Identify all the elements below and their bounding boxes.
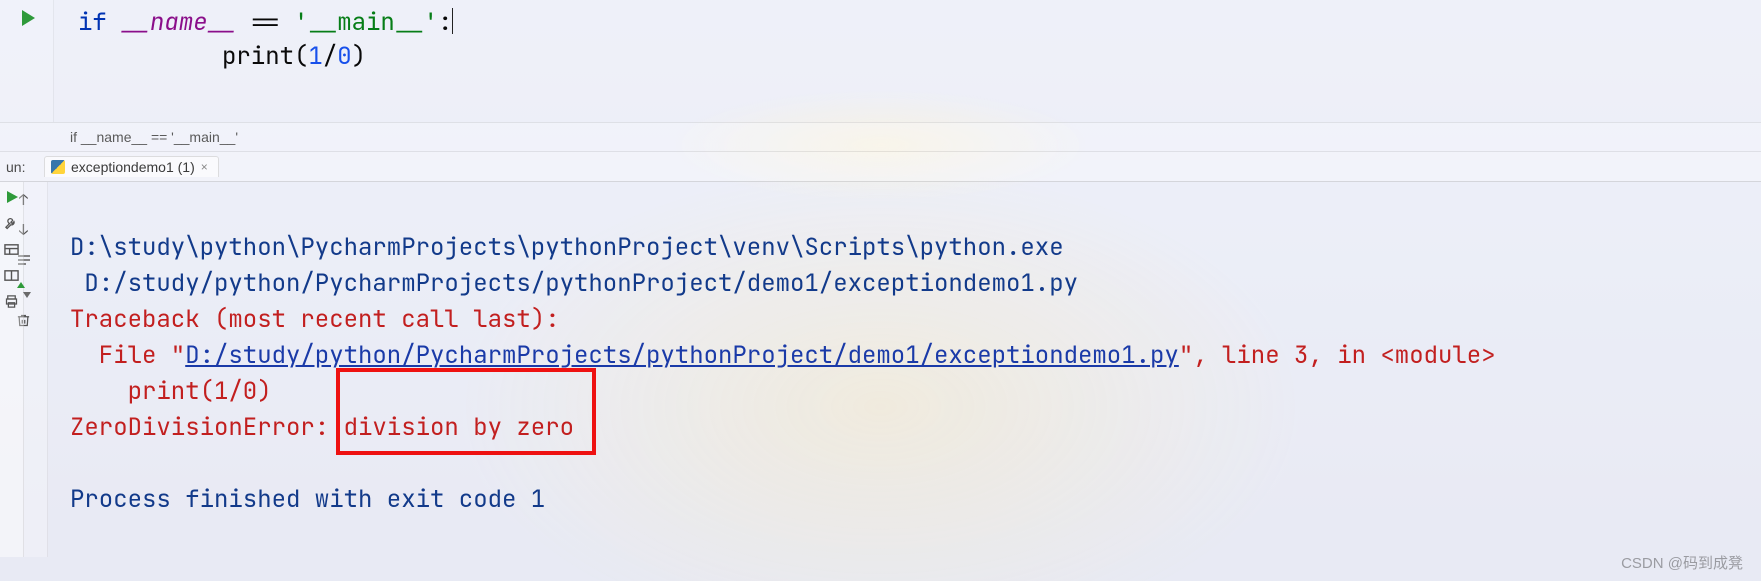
call-print: print bbox=[222, 41, 294, 72]
traceback-codeline: print(1/0) bbox=[70, 376, 272, 407]
file-suffix: ", line 3, in <module> bbox=[1179, 340, 1496, 371]
error-name: ZeroDivisionError: bbox=[70, 412, 344, 443]
wrench-icon[interactable] bbox=[3, 214, 21, 232]
run-config-tab[interactable]: exceptiondemo1 (1) × bbox=[44, 156, 219, 177]
watermark: CSDN @码到成凳 bbox=[1621, 552, 1743, 573]
num-1: 1 bbox=[308, 41, 322, 72]
run-toolbar-primary bbox=[0, 182, 24, 557]
run-output-wrapper: ↑ ↓ D:\study\python\PycharmProjects\pyth… bbox=[0, 182, 1761, 557]
rerun-button[interactable] bbox=[3, 188, 21, 206]
run-gutter-icon[interactable] bbox=[22, 10, 35, 26]
python-icon bbox=[51, 160, 65, 174]
editor-gutter bbox=[0, 0, 54, 122]
run-tab-bar: un: exceptiondemo1 (1) × bbox=[0, 152, 1761, 182]
text-cursor bbox=[452, 8, 453, 34]
breadcrumb[interactable]: if __name__ == '__main__' bbox=[0, 122, 1761, 152]
scroll-to-end-icon[interactable] bbox=[14, 280, 34, 300]
string-main: '__main__' bbox=[294, 7, 438, 38]
file-link[interactable]: D:/study/python/PycharmProjects/pythonPr… bbox=[185, 340, 1179, 371]
breadcrumb-text: if __name__ == '__main__' bbox=[70, 129, 238, 145]
run-tab-name: exceptiondemo1 (1) bbox=[71, 159, 195, 175]
operator-eq: == bbox=[236, 7, 294, 38]
code-line-2[interactable]: print(1/0) bbox=[0, 40, 1761, 74]
lparen: ( bbox=[294, 41, 308, 72]
code-line-1[interactable]: if __name__ == '__main__': bbox=[0, 6, 1761, 40]
error-message: division by zero bbox=[344, 412, 574, 443]
close-icon[interactable]: × bbox=[201, 160, 208, 174]
run-label: un: bbox=[6, 159, 34, 175]
interpreter-path: D:\study\python\PycharmProjects\pythonPr… bbox=[70, 232, 1078, 263]
keyword-if: if bbox=[78, 7, 107, 38]
traceback-header: Traceback (most recent call last): bbox=[70, 304, 560, 335]
rparen: ) bbox=[352, 41, 366, 72]
script-path: D:/study/python/PycharmProjects/pythonPr… bbox=[70, 268, 1078, 299]
code-editor[interactable]: if __name__ == '__main__': print(1/0) bbox=[0, 0, 1761, 122]
dunder-name: __name__ bbox=[121, 7, 236, 38]
file-prefix: File " bbox=[70, 340, 185, 371]
num-0: 0 bbox=[337, 41, 351, 72]
exit-code-line: Process finished with exit code 1 bbox=[70, 484, 545, 515]
operator-div: / bbox=[323, 41, 337, 72]
colon: : bbox=[438, 7, 452, 38]
indent bbox=[78, 41, 222, 72]
layout-icon[interactable] bbox=[3, 240, 21, 258]
console-output[interactable]: D:\study\python\PycharmProjects\pythonPr… bbox=[48, 182, 1761, 557]
